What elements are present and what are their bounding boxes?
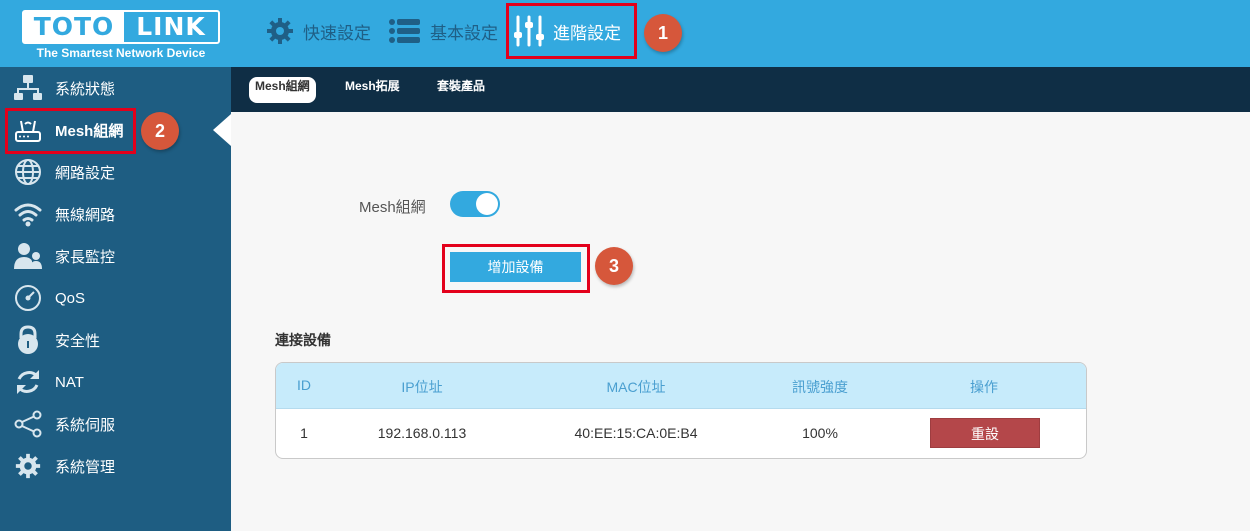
sidebar-item-services[interactable]: 系統伺服 xyxy=(0,403,231,445)
cell-mac: 40:EE:15:CA:0E:B4 xyxy=(574,425,698,441)
nav-quick-setup[interactable]: 快速設定 xyxy=(265,10,371,52)
sidebar-item-nat[interactable]: NAT xyxy=(0,361,231,403)
mesh-toggle-switch[interactable] xyxy=(450,191,500,217)
header-id: ID xyxy=(297,377,311,393)
sidebar-item-wireless[interactable]: 無線網路 xyxy=(0,193,231,235)
active-pointer-arrow xyxy=(213,114,231,146)
totolink-logo[interactable]: TOTO LINK The Smartest Network Device xyxy=(22,10,220,62)
sidebar-item-label: NAT xyxy=(55,373,84,391)
logo-tagline: The Smartest Network Device xyxy=(36,46,206,60)
toggle-knob xyxy=(476,193,498,215)
sidebar-item-security[interactable]: 安全性 xyxy=(0,319,231,361)
table-header: ID IP位址 MAC位址 訊號強度 操作 xyxy=(276,363,1086,409)
header-mac: MAC位址 xyxy=(606,379,666,395)
tab-mesh-expand[interactable]: Mesh拓展 xyxy=(339,77,406,103)
sidebar-item-label: 系統伺服 xyxy=(55,416,116,434)
sidebar-item-label: 無線網路 xyxy=(55,206,116,224)
parental-icon xyxy=(11,239,45,273)
header-action: 操作 xyxy=(970,379,998,395)
sidebar-item-label: 系統狀態 xyxy=(55,80,116,98)
connected-devices-title: 連接設備 xyxy=(275,332,331,348)
share-icon xyxy=(11,407,45,441)
cell-ip: 192.168.0.113 xyxy=(377,425,467,441)
nav-basic-setup[interactable]: 基本設定 xyxy=(388,10,498,52)
sidebar-item-label: 系統管理 xyxy=(55,458,116,476)
sidebar-item-qos[interactable]: QoS xyxy=(0,277,231,319)
main-content: Mesh組網 增加設備 連接設備 ID IP位址 MAC位址 訊號強度 操作 1… xyxy=(231,112,1250,531)
cell-id: 1 xyxy=(300,425,308,441)
sidebar-item-label: 安全性 xyxy=(55,332,101,350)
logo-box: TOTO LINK xyxy=(22,10,220,44)
sub-navigation: Mesh組網 Mesh拓展 套裝產品 xyxy=(231,67,1250,112)
step-badge-1: 1 xyxy=(644,14,682,52)
header-ip: IP位址 xyxy=(401,379,443,395)
nav-quick-label: 快速設定 xyxy=(303,23,371,43)
sidebar-item-network[interactable]: 網路設定 xyxy=(0,151,231,193)
nav-basic-label: 基本設定 xyxy=(430,23,498,43)
highlight-box-add-device xyxy=(442,244,590,293)
cell-signal: 100% xyxy=(802,425,838,441)
wifi-icon xyxy=(11,197,45,231)
highlight-box-advanced xyxy=(506,3,637,59)
mesh-toggle-label: Mesh組網 xyxy=(359,199,426,216)
sidebar-item-label: 家長監控 xyxy=(55,248,116,266)
network-icon xyxy=(11,71,45,105)
sidebar-item-management[interactable]: 系統管理 xyxy=(0,445,231,487)
step-badge-2: 2 xyxy=(141,112,179,150)
sidebar-item-label: QoS xyxy=(55,289,86,307)
gauge-icon xyxy=(11,281,45,315)
logo-text-toto: TOTO xyxy=(24,12,124,42)
step-badge-3: 3 xyxy=(595,247,633,285)
lock-icon xyxy=(11,323,45,357)
list-icon xyxy=(389,19,420,43)
header-signal: 訊號強度 xyxy=(792,379,848,395)
reset-device-button[interactable]: 重設 xyxy=(930,418,1040,448)
sidebar-item-system-status[interactable]: 系統狀態 xyxy=(0,67,231,109)
gear-icon xyxy=(267,18,293,44)
tab-bundle-products[interactable]: 套裝產品 xyxy=(431,77,491,103)
globe-icon xyxy=(11,155,45,189)
gear-icon xyxy=(11,449,45,483)
sidebar-item-label: 網路設定 xyxy=(55,164,116,182)
tab-mesh[interactable]: Mesh組網 xyxy=(249,77,316,103)
sidebar-item-parental[interactable]: 家長監控 xyxy=(0,235,231,277)
highlight-box-mesh xyxy=(5,108,136,154)
refresh-icon xyxy=(11,365,45,399)
logo-text-link: LINK xyxy=(136,12,206,41)
connected-devices-table: ID IP位址 MAC位址 訊號強度 操作 1 192.168.0.113 40… xyxy=(275,362,1087,459)
